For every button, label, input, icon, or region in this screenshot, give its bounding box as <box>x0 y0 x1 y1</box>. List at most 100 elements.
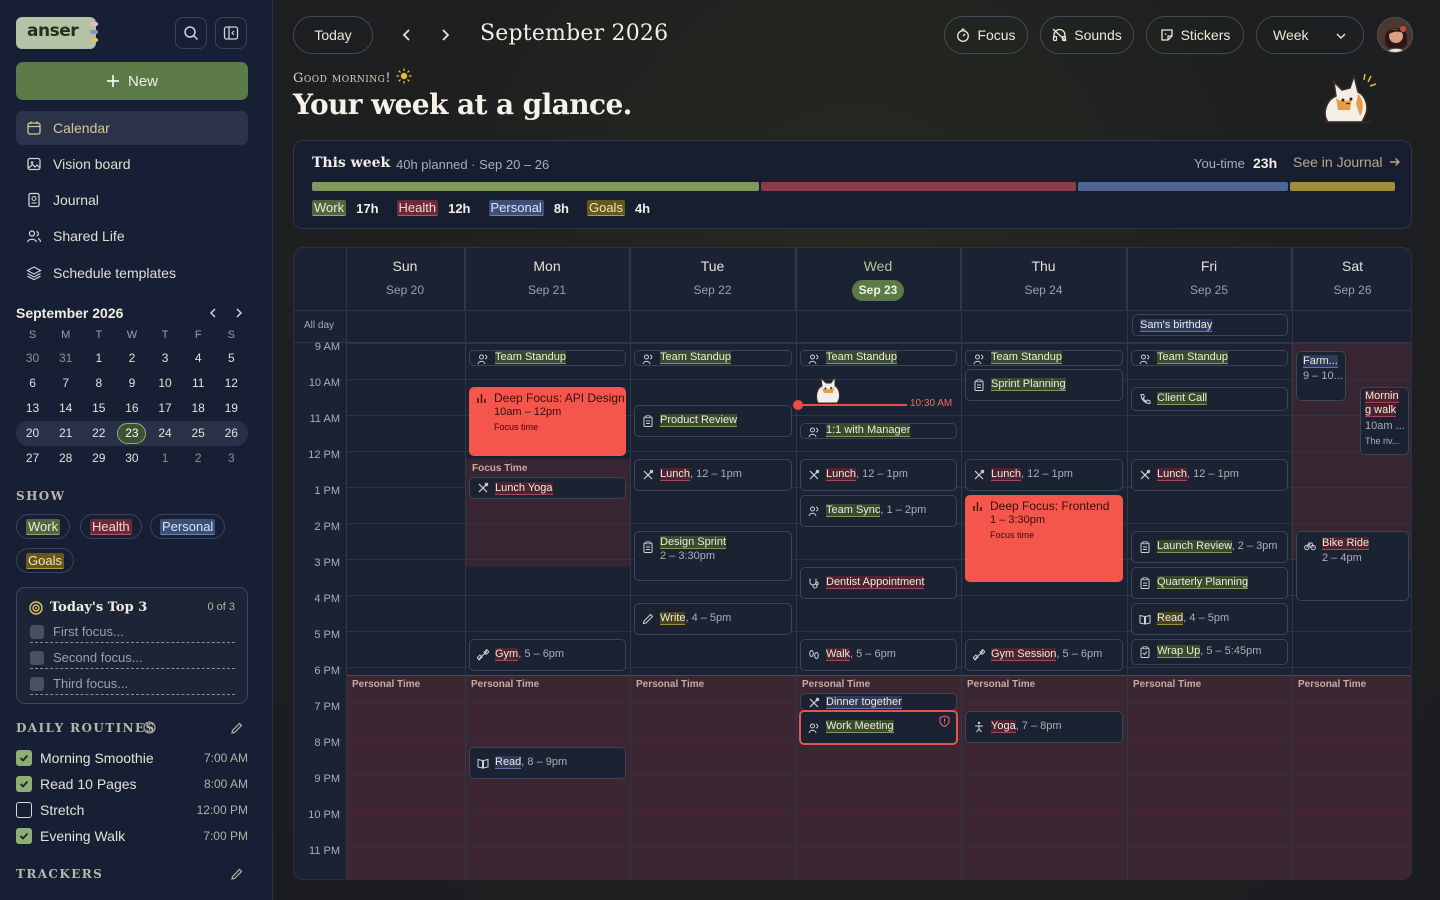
checkbox[interactable] <box>30 676 44 691</box>
checkbox[interactable] <box>16 802 32 818</box>
event-wed-walk[interactable]: Walk, 5 – 6pm <box>800 639 957 671</box>
event-fri-team-standup[interactable]: Team Standup <box>1131 350 1288 366</box>
mini-calendar-day[interactable]: 5 <box>215 346 248 371</box>
mini-calendar-day[interactable]: 28 <box>49 446 82 471</box>
edit-pencil-icon[interactable] <box>230 867 244 881</box>
collapse-sidebar-button[interactable] <box>215 17 247 49</box>
filter-chip-goals[interactable]: Goals <box>16 548 74 573</box>
checkbox[interactable] <box>30 624 44 639</box>
event-tue-product-review[interactable]: Product Review <box>634 405 792 437</box>
checkbox-checked[interactable] <box>16 828 32 844</box>
event-wed-lunch[interactable]: Lunch, 12 – 1pm <box>800 459 957 491</box>
chevron-left-icon[interactable] <box>401 27 413 43</box>
mini-calendar-day[interactable]: 25 <box>181 421 215 446</box>
event-wed-team-standup[interactable]: Team Standup <box>800 350 957 366</box>
mini-calendar-day[interactable]: 4 <box>182 346 215 371</box>
event-mon-gym[interactable]: Gym, 5 – 6pm <box>469 639 626 671</box>
chevron-left-icon[interactable] <box>208 307 218 319</box>
sidebar-item-calendar[interactable]: Calendar <box>16 111 248 145</box>
checkbox[interactable] <box>30 650 44 665</box>
mini-calendar-day[interactable]: 17 <box>149 396 182 421</box>
event-tue-lunch[interactable]: Lunch, 12 – 1pm <box>634 459 792 491</box>
day-header-sat[interactable]: Sat Sep 26 <box>1292 248 1411 310</box>
avatar[interactable] <box>1377 17 1413 53</box>
checkbox-checked[interactable] <box>16 750 32 766</box>
top3-item[interactable]: Second focus... <box>30 647 235 669</box>
event-fri-lunch[interactable]: Lunch, 12 – 1pm <box>1131 459 1288 491</box>
day-header-sun[interactable]: Sun Sep 20 <box>346 248 465 310</box>
mini-calendar-day[interactable]: 27 <box>16 446 49 471</box>
see-in-journal-link[interactable]: See in Journal <box>1293 154 1401 170</box>
event-fri-quarterly-planning[interactable]: Quarterly Planning <box>1131 567 1288 599</box>
event-thu-lunch[interactable]: Lunch, 12 – 1pm <box>965 459 1123 491</box>
event-fri-launch-review[interactable]: Launch Review, 2 – 3pm <box>1131 531 1288 563</box>
event-tue-team-standup[interactable]: Team Standup <box>634 350 792 366</box>
mini-calendar-day[interactable]: 24 <box>148 421 182 446</box>
event-mon-lunch-yoga[interactable]: Lunch Yoga <box>469 477 626 499</box>
mini-calendar-day[interactable]: 20 <box>16 421 50 446</box>
mini-calendar-day[interactable]: 1 <box>149 446 182 471</box>
event-wed-team-sync[interactable]: Team Sync, 1 – 2pm <box>800 495 957 527</box>
mini-calendar-day[interactable]: 29 <box>82 446 115 471</box>
mini-calendar-day[interactable]: 23 <box>115 421 149 446</box>
event-sams-birthday[interactable]: Sam's birthday <box>1132 314 1288 336</box>
new-button[interactable]: New <box>16 62 248 100</box>
routine-item[interactable]: Evening Walk 7:00 PM <box>16 825 248 847</box>
today-button[interactable]: Today <box>293 16 373 54</box>
sounds-button[interactable]: Sounds <box>1040 16 1134 54</box>
event-wed-work-meeting[interactable]: Work Meeting <box>799 710 958 745</box>
mini-calendar-day[interactable]: 21 <box>49 421 83 446</box>
mini-calendar-day[interactable]: 22 <box>82 421 116 446</box>
event-thu-team-standup[interactable]: Team Standup <box>965 350 1123 366</box>
mini-calendar-day[interactable]: 18 <box>182 396 215 421</box>
event-sat-farm[interactable]: Farm... 9 – 10... <box>1296 351 1346 401</box>
event-thu-gym-session[interactable]: Gym Session, 5 – 6pm <box>965 639 1123 671</box>
mini-calendar-day[interactable]: 1 <box>82 346 115 371</box>
sidebar-item-schedule-templates[interactable]: Schedule templates <box>16 256 248 290</box>
mini-calendar-day[interactable]: 10 <box>149 371 182 396</box>
event-wed-dentist[interactable]: Dentist Appointment <box>800 567 957 599</box>
filter-chip-health[interactable]: Health <box>80 514 142 539</box>
event-thu-deep-focus[interactable]: Deep Focus: Frontend 1 – 3:30pm Focus ti… <box>965 495 1123 582</box>
event-fri-read[interactable]: Read, 4 – 5pm <box>1131 603 1288 635</box>
mini-calendar-day[interactable]: 31 <box>49 346 82 371</box>
mini-calendar-day[interactable]: 12 <box>215 371 248 396</box>
stickers-button[interactable]: Stickers <box>1146 16 1244 54</box>
day-header-mon[interactable]: Mon Sep 21 <box>465 248 630 310</box>
chevron-right-icon[interactable] <box>439 27 451 43</box>
mini-calendar-day[interactable]: 2 <box>182 446 215 471</box>
mini-calendar-day[interactable]: 16 <box>115 396 148 421</box>
focus-button[interactable]: Focus <box>944 16 1028 54</box>
mini-calendar-day[interactable]: 3 <box>215 446 248 471</box>
event-mon-deep-focus[interactable]: Deep Focus: API Design 10am – 12pm Focus… <box>469 387 626 456</box>
sidebar-item-shared-life[interactable]: Shared Life <box>16 219 248 253</box>
app-logo[interactable]: anser <box>16 17 98 49</box>
mini-calendar-day[interactable]: 7 <box>49 371 82 396</box>
search-button[interactable] <box>175 17 207 49</box>
mini-calendar-day[interactable]: 15 <box>82 396 115 421</box>
mini-calendar-day[interactable]: 11 <box>182 371 215 396</box>
event-fri-wrap-up[interactable]: Wrap Up, 5 – 5:45pm <box>1131 639 1288 665</box>
event-sat-morning-walk[interactable]: Mornin g walk 10am ... The riv... <box>1360 387 1409 455</box>
mini-calendar-day[interactable]: 26 <box>214 421 248 446</box>
event-mon-team-standup[interactable]: Team Standup <box>469 350 626 366</box>
routine-item[interactable]: Read 10 Pages 8:00 AM <box>16 773 248 795</box>
day-header-thu[interactable]: Thu Sep 24 <box>961 248 1127 310</box>
event-tue-design-sprint[interactable]: Design Sprint 2 – 3:30pm <box>634 531 792 581</box>
routine-item[interactable]: Morning Smoothie 7:00 AM <box>16 747 248 769</box>
mini-calendar-day[interactable]: 2 <box>115 346 148 371</box>
mini-calendar-day[interactable]: 3 <box>149 346 182 371</box>
mini-calendar-day[interactable]: 14 <box>49 396 82 421</box>
event-wed-one-on-one[interactable]: 1:1 with Manager <box>800 423 957 439</box>
event-thu-yoga[interactable]: Yoga, 7 – 8pm <box>965 711 1123 743</box>
event-wed-dinner[interactable]: Dinner together <box>800 693 957 711</box>
info-icon[interactable] <box>143 721 156 734</box>
mini-calendar-day[interactable]: 19 <box>215 396 248 421</box>
mini-calendar-day[interactable]: 6 <box>16 371 49 396</box>
chevron-right-icon[interactable] <box>234 307 244 319</box>
sidebar-item-vision-board[interactable]: Vision board <box>16 147 248 181</box>
view-select[interactable]: Week <box>1256 16 1364 54</box>
edit-pencil-icon[interactable] <box>230 721 244 735</box>
event-tue-write[interactable]: Write, 4 – 5pm <box>634 603 792 635</box>
filter-chip-work[interactable]: Work <box>16 514 71 539</box>
